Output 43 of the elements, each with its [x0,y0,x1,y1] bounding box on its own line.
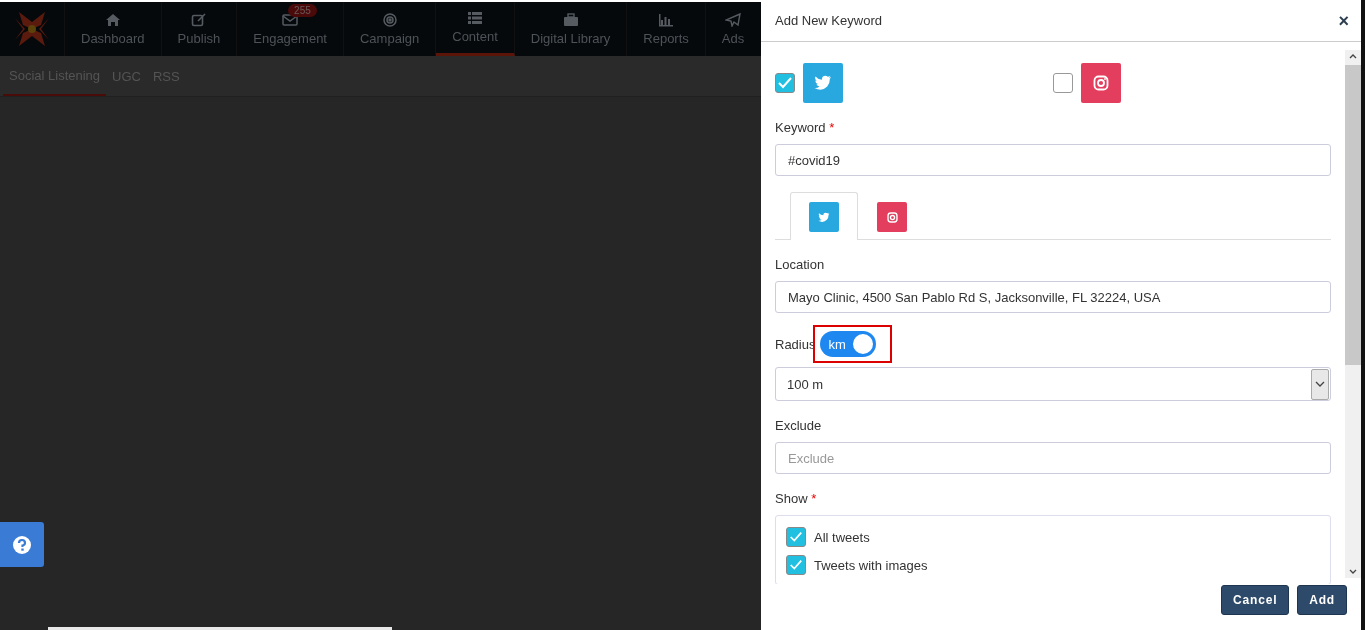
bird-icon [803,63,843,103]
help-icon [12,534,32,555]
chevron-down-icon [1315,381,1325,387]
camera-icon [1081,63,1121,103]
checkbox[interactable] [1053,73,1073,93]
cancel-button[interactable]: Cancel [1221,585,1290,615]
help-button[interactable] [0,522,44,567]
exclude-field[interactable]: Exclude [775,442,1331,474]
list-icon [467,11,483,25]
field-label: Show * [775,491,818,506]
vertical-scrollbar[interactable] [1345,50,1361,578]
bird-icon [818,211,830,223]
checkbox[interactable] [775,73,795,93]
checkbox[interactable] [786,527,806,547]
checkbox[interactable] [786,555,806,575]
platform-tab[interactable] [790,192,858,240]
option-label: All tweets [814,529,870,545]
modal-title: Add New Keyword [775,13,882,28]
notification-badge: 255 [288,4,317,17]
add-button[interactable]: Add [1297,585,1347,615]
camera-icon [886,211,898,223]
horizontal-scrollbar[interactable] [48,627,392,630]
unit-toggle[interactable]: km [820,331,877,357]
close-button[interactable]: × [1336,11,1351,30]
field-label: Exclude [775,418,823,433]
nav-tab[interactable]: Ads [705,2,751,56]
target-icon [381,12,398,27]
plane-icon [725,12,741,27]
field-label: Keyword * [775,120,836,135]
option-label: Tweets with images [814,557,928,573]
check-icon [777,75,793,91]
edit-icon [190,12,207,27]
chart-icon [658,12,675,27]
field-label: Location [775,257,826,272]
check-icon [789,558,803,572]
keyword-field[interactable]: #covid19 [775,144,1331,176]
check-icon [789,530,803,544]
scroll-up-icon[interactable] [1349,54,1357,59]
briefcase-icon [562,12,579,27]
scroll-down-icon[interactable] [1349,569,1357,574]
radius-select[interactable]: 100 m [775,367,1331,401]
location-field[interactable]: Mayo Clinic, 4500 San Pablo Rd S, Jacksonville, FL 32224, USA [775,281,1331,313]
home-icon [104,12,121,27]
